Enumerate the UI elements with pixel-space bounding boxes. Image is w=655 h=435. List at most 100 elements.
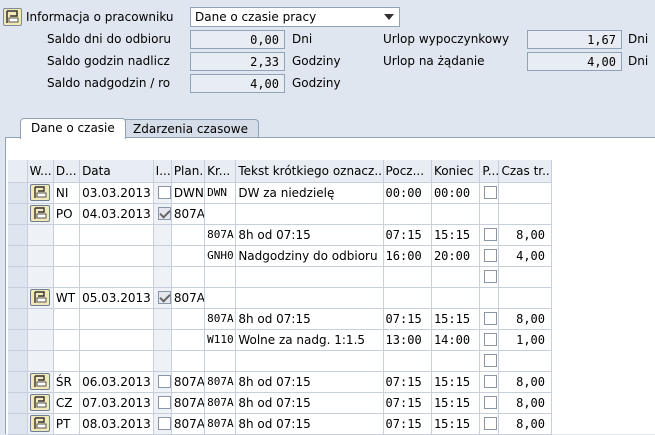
col-header-date[interactable]: Data — [79, 160, 154, 183]
row-selector[interactable] — [8, 182, 28, 204]
cell-kr: 807A — [204, 392, 237, 414]
employee-info-icon[interactable] — [29, 204, 50, 222]
col-header-kr[interactable]: Kr... — [204, 160, 237, 183]
cell-date — [79, 308, 154, 330]
cell-p[interactable] — [479, 413, 500, 435]
cell-i[interactable] — [153, 392, 172, 414]
checkbox-p[interactable] — [484, 353, 498, 367]
cell-day — [53, 266, 81, 288]
cell-w[interactable] — [27, 203, 54, 225]
row-selector[interactable] — [8, 308, 28, 330]
row-selector[interactable] — [8, 371, 28, 393]
cell-end: 20:00 — [431, 245, 481, 267]
cell-w[interactable] — [27, 371, 54, 393]
table-row[interactable]: GNH0 Nadgodziny do odbioru 16:00 20:00 4,00 — [8, 245, 552, 267]
row-selector[interactable] — [8, 350, 28, 372]
employee-info-icon[interactable] — [29, 288, 50, 306]
table-row[interactable]: ŚR 06.03.2013 807A 807A 8h od 07:15 07:15 15:1… — [8, 371, 552, 393]
col-header-plan[interactable]: Plan. — [171, 160, 206, 183]
employee-info-icon[interactable] — [29, 183, 50, 201]
table-header-row: W... D... Data I... Plan. Kr... Tekst kr… — [8, 160, 552, 183]
row-selector[interactable] — [8, 245, 28, 267]
cell-p[interactable] — [479, 245, 500, 267]
table-row[interactable] — [8, 266, 552, 288]
col-header-w[interactable]: W... — [27, 160, 54, 183]
cell-p[interactable] — [479, 392, 500, 414]
cell-p[interactable] — [479, 329, 500, 351]
tab-time-events[interactable]: Zdarzenia czasowe — [122, 119, 259, 139]
col-header-end[interactable]: Koniec — [431, 160, 481, 183]
cell-kr — [204, 203, 237, 225]
cell-p[interactable] — [479, 308, 500, 330]
row-selector[interactable] — [8, 413, 28, 435]
row-selector[interactable] — [8, 392, 28, 414]
cell-p[interactable] — [479, 371, 500, 393]
checkbox-p[interactable] — [484, 332, 498, 346]
cell-w[interactable] — [27, 413, 54, 435]
checkbox-p[interactable] — [484, 395, 498, 409]
chevron-down-icon[interactable] — [384, 14, 394, 20]
cell-i[interactable] — [153, 413, 172, 435]
row-selector[interactable] — [8, 287, 28, 309]
row-selector[interactable] — [8, 329, 28, 351]
row-selector-header[interactable] — [8, 160, 28, 183]
balance-label-vacation: Urlop wypoczynkowy — [383, 32, 510, 46]
table-row[interactable]: 807A 8h od 07:15 07:15 15:15 8,00 — [8, 308, 552, 330]
table-row[interactable]: PT 08.03.2013 807A 807A 8h od 07:15 07:15 15:1… — [8, 413, 552, 435]
cell-time: 8,00 — [498, 224, 552, 246]
cell-w[interactable] — [27, 287, 54, 309]
checkbox-i[interactable] — [157, 290, 171, 304]
employee-info-icon[interactable] — [29, 372, 50, 390]
cell-w[interactable] — [27, 182, 54, 204]
cell-day: NI — [53, 182, 81, 204]
checkbox-p[interactable] — [484, 185, 498, 199]
employee-info-icon[interactable] — [29, 414, 50, 432]
checkbox-p[interactable] — [484, 248, 498, 262]
table-row[interactable] — [8, 350, 552, 372]
cell-w[interactable] — [27, 392, 54, 414]
checkbox-i[interactable] — [157, 395, 171, 409]
table-row[interactable]: WT 05.03.2013 807A — [8, 287, 552, 309]
info-type-dropdown[interactable]: Dane o czasie pracy — [190, 7, 400, 27]
tab-time-data[interactable]: Dane o czasie — [20, 118, 126, 139]
cell-i[interactable] — [153, 287, 172, 309]
table-row[interactable]: W110 Wolne za nadg. 1:1.5 13:00 14:00 1,00 — [8, 329, 552, 351]
checkbox-i[interactable] — [157, 416, 171, 430]
table-row[interactable]: CZ 07.03.2013 807A 807A 8h od 07:15 07:15 15:1… — [8, 392, 552, 414]
cell-kr — [204, 287, 237, 309]
table-row[interactable]: 807A 8h od 07:15 07:15 15:15 8,00 — [8, 224, 552, 246]
table-row[interactable]: PO 04.03.2013 807A — [8, 203, 552, 225]
checkbox-p[interactable] — [484, 311, 498, 325]
employee-info-label: Informacja o pracowniku — [26, 10, 174, 24]
cell-p[interactable] — [479, 266, 500, 288]
row-selector[interactable] — [8, 203, 28, 225]
col-header-day[interactable]: D... — [53, 160, 81, 183]
employee-info-icon[interactable] — [29, 393, 50, 411]
employee-info-icon[interactable] — [3, 8, 22, 26]
cell-i[interactable] — [153, 203, 172, 225]
cell-i[interactable] — [153, 371, 172, 393]
cell-text: Wolne za nadg. 1:1.5 — [235, 329, 384, 351]
table-row[interactable]: NI 03.03.2013 DWN DWN DW za niedzielę 00:00 00… — [8, 182, 552, 204]
col-header-i[interactable]: I... — [153, 160, 172, 183]
cell-plan — [171, 308, 206, 330]
col-header-p[interactable]: P... — [479, 160, 500, 183]
col-header-time[interactable]: Czas tr... — [498, 160, 552, 183]
checkbox-i[interactable] — [157, 185, 171, 199]
checkbox-p[interactable] — [484, 416, 498, 430]
cell-i[interactable] — [153, 182, 172, 204]
checkbox-p[interactable] — [484, 227, 498, 241]
col-header-text[interactable]: Tekst krótkiego oznacz... — [235, 160, 384, 183]
cell-p[interactable] — [479, 224, 500, 246]
checkbox-p[interactable] — [484, 269, 498, 283]
row-selector[interactable] — [8, 224, 28, 246]
cell-p[interactable] — [479, 182, 500, 204]
checkbox-i[interactable] — [157, 374, 171, 388]
checkbox-i[interactable] — [157, 206, 171, 220]
checkbox-p[interactable] — [484, 374, 498, 388]
cell-p[interactable] — [479, 350, 500, 372]
balance-unit-overtime-ro: Godziny — [292, 76, 341, 90]
cell-start: 07:15 — [383, 371, 432, 393]
row-selector[interactable] — [8, 266, 28, 288]
col-header-start[interactable]: Pocz... — [383, 160, 432, 183]
